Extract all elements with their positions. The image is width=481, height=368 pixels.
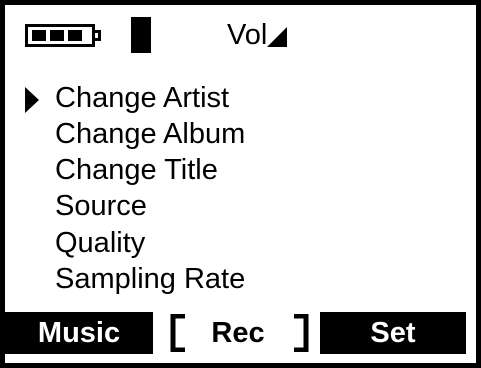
battery-tip: [95, 30, 101, 41]
battery-cell: [50, 30, 64, 41]
menu-item-sampling-rate[interactable]: Sampling Rate: [55, 263, 245, 295]
menu-item-change-title[interactable]: Change Title: [55, 154, 218, 186]
battery-icon: [25, 24, 95, 47]
softkey-rec[interactable]: Rec: [203, 312, 273, 354]
signal-bar-icon: [131, 17, 151, 53]
volume-label: Vol: [227, 19, 268, 51]
softkey-set[interactable]: Set: [320, 312, 466, 354]
left-bracket-icon: [170, 314, 185, 352]
battery-cell: [68, 30, 82, 41]
menu-item-change-album[interactable]: Change Album: [55, 118, 245, 150]
menu-item-source[interactable]: Source: [55, 190, 147, 222]
selection-cursor-icon: [25, 87, 39, 113]
menu-item-quality[interactable]: Quality: [55, 227, 145, 259]
volume-wedge-icon: [267, 27, 287, 47]
softkey-music[interactable]: Music: [5, 312, 153, 354]
battery-cell: [32, 30, 46, 41]
menu-item-change-artist[interactable]: Change Artist: [55, 82, 229, 114]
right-bracket-icon: [294, 314, 309, 352]
